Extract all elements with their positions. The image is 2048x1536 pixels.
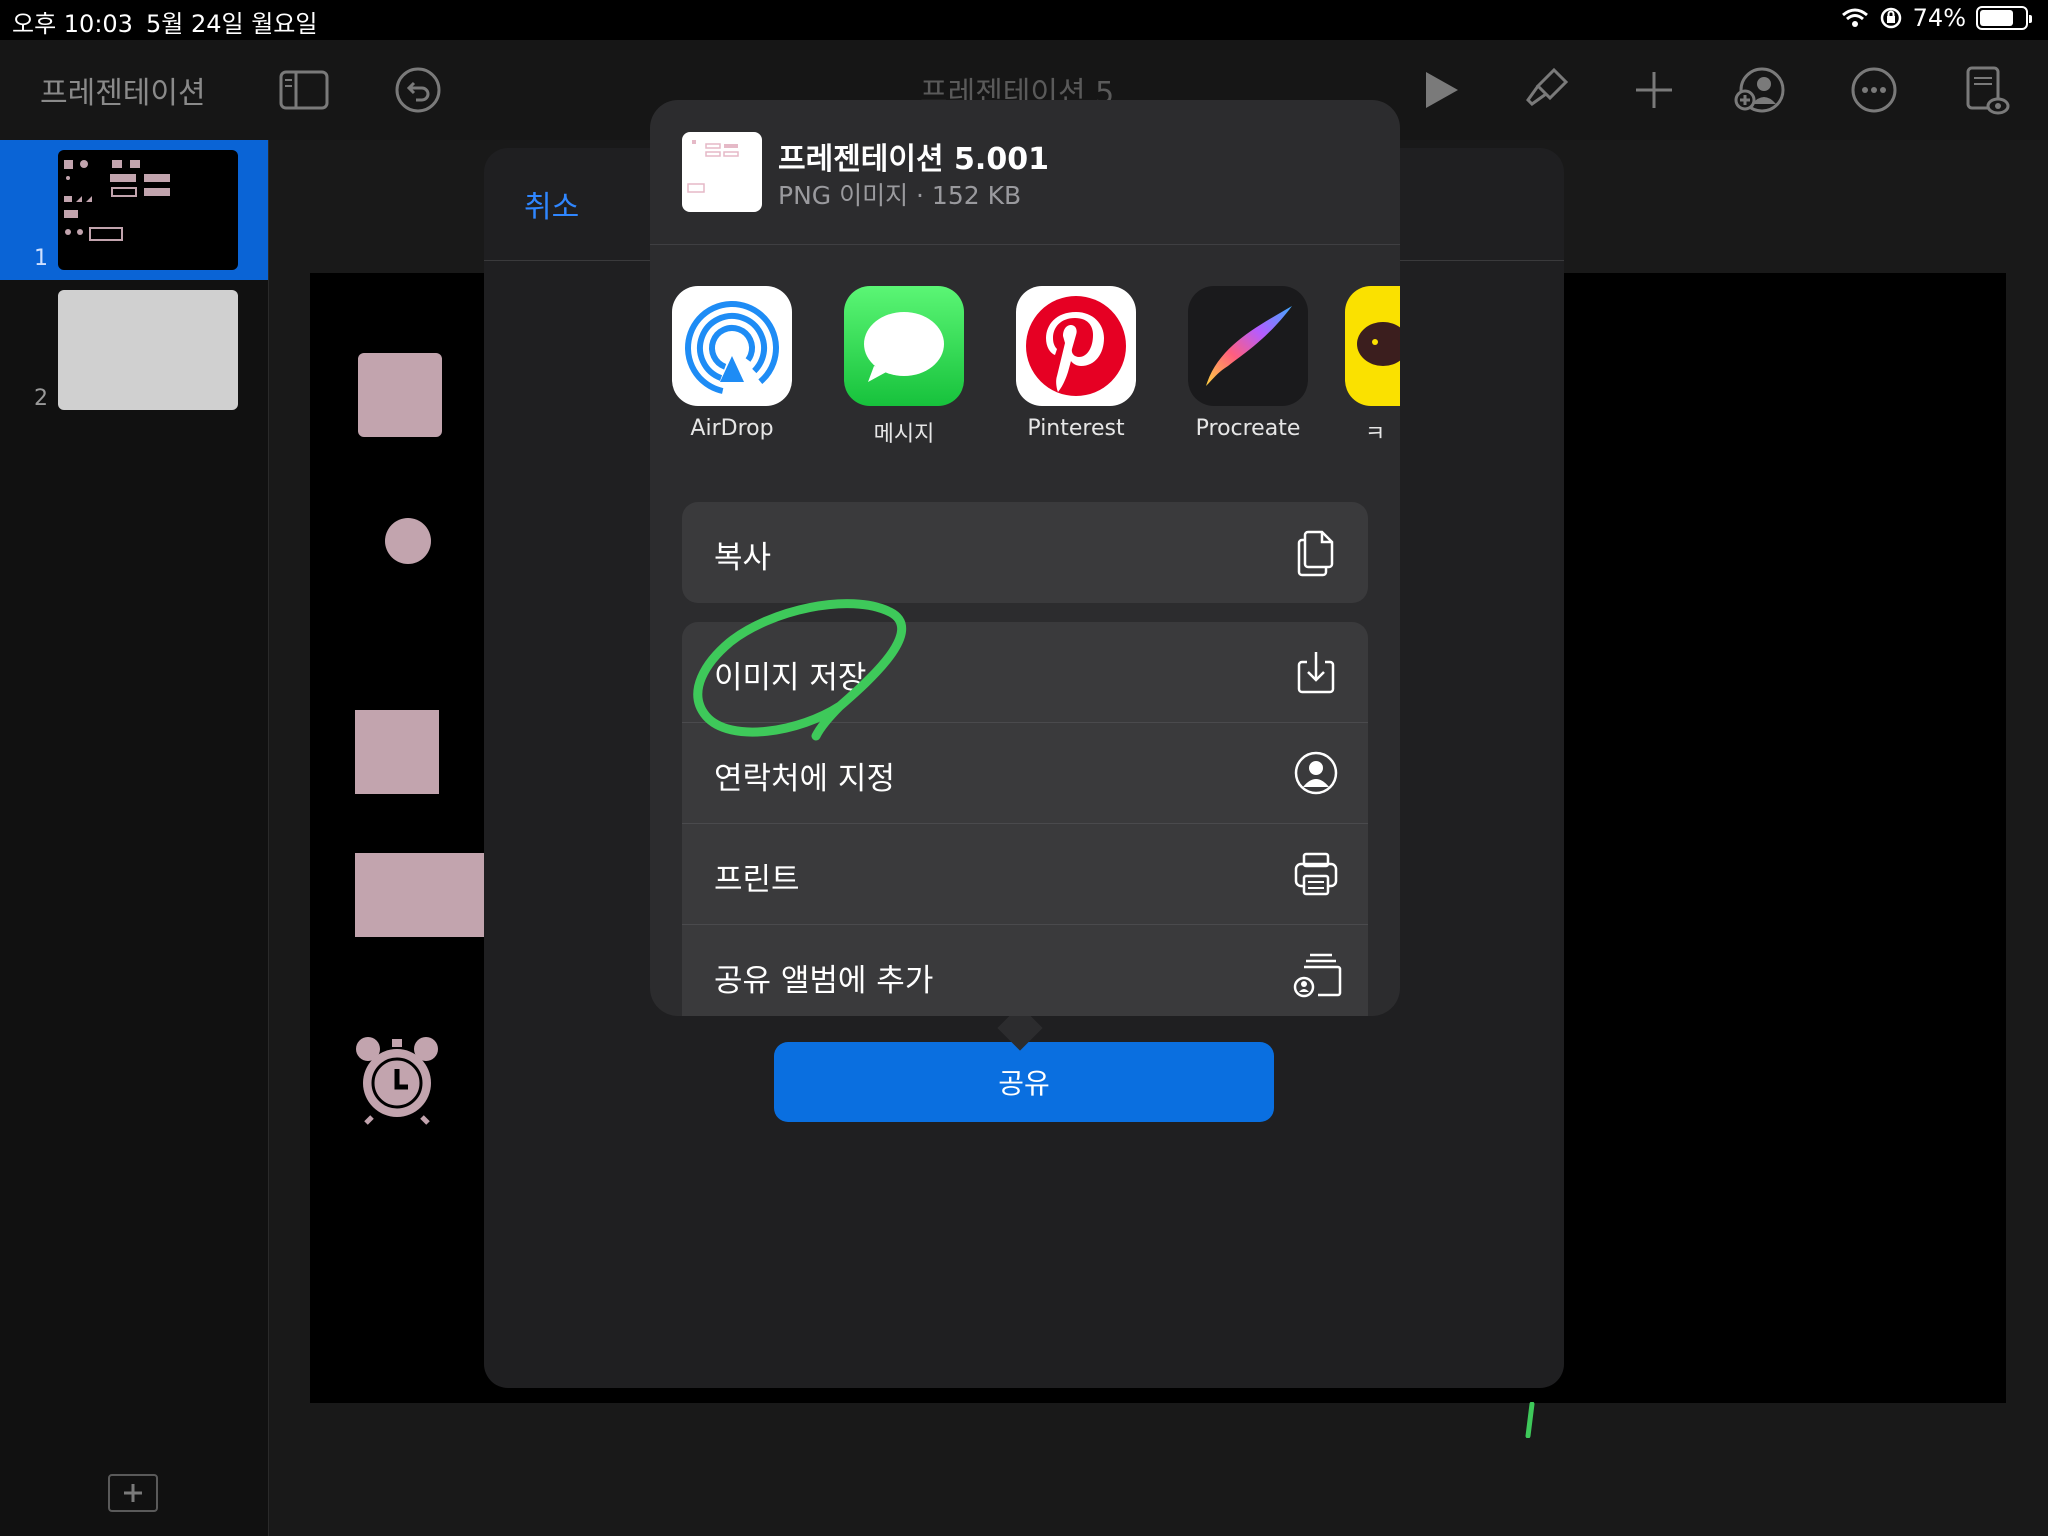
file-thumbnail xyxy=(682,132,762,212)
shared-album-icon xyxy=(1290,949,1342,1001)
action-save-image[interactable]: 이미지 저장 xyxy=(682,622,1368,723)
action-assign-contact[interactable]: 연락처에 지정 xyxy=(682,723,1368,824)
slide-preview xyxy=(58,290,238,410)
slide-navigator: 1 2 xyxy=(0,140,268,1536)
format-brush-icon[interactable] xyxy=(1518,62,1574,118)
action-label: 연락처에 지정 xyxy=(714,761,895,797)
slide-thumbnail-1[interactable]: 1 xyxy=(0,140,268,280)
status-bar: 오후 10:03 5월 24일 월요일 74% xyxy=(0,0,2048,40)
alarm-clock-icon[interactable] xyxy=(354,1035,440,1125)
action-label: 이미지 저장 xyxy=(714,660,867,696)
share-button[interactable]: 공유 xyxy=(774,1042,1274,1122)
shape-rounded-square[interactable] xyxy=(358,353,442,437)
sidebar-toggle-icon[interactable] xyxy=(276,62,332,118)
action-group-copy: 복사 xyxy=(682,502,1368,603)
battery-icon xyxy=(1976,6,2032,30)
pinterest-icon xyxy=(1016,286,1136,406)
collaborate-icon[interactable] xyxy=(1732,62,1788,118)
sheet-divider xyxy=(650,244,1400,245)
plus-icon xyxy=(124,1484,142,1502)
app-label: Pinterest xyxy=(1027,416,1125,441)
app-label: ㅋ xyxy=(1365,422,1386,447)
battery-fill xyxy=(1980,10,2013,26)
undo-icon[interactable] xyxy=(390,62,446,118)
status-date: 5월 24일 월요일 xyxy=(146,10,318,38)
app-label: Procreate xyxy=(1195,416,1301,441)
add-slide-button[interactable] xyxy=(108,1474,158,1512)
print-icon xyxy=(1290,848,1342,900)
pen-mark xyxy=(1525,1402,1535,1438)
action-shared-album[interactable]: 공유 앨범에 추가 xyxy=(682,925,1368,1016)
status-time: 오후 10:03 xyxy=(12,10,133,38)
app-label: AirDrop xyxy=(690,416,774,441)
presenter-notes-icon[interactable] xyxy=(1958,62,2014,118)
wifi-icon xyxy=(1841,8,1868,27)
shape-square[interactable] xyxy=(355,710,439,794)
presentations-button[interactable]: 프레젠테이션 xyxy=(40,68,206,112)
app-label: 메시지 xyxy=(873,422,935,447)
action-label: 복사 xyxy=(714,540,772,576)
procreate-icon xyxy=(1188,286,1308,406)
file-name: 프레젠테이션 5.001 xyxy=(778,142,1049,177)
messages-icon xyxy=(844,286,964,406)
app-airdrop[interactable]: AirDrop xyxy=(657,286,807,441)
share-sheet: 프레젠테이션 5.001 PNG 이미지 · 152 KB AirDrop 메시… xyxy=(650,100,1400,1016)
more-icon[interactable] xyxy=(1846,62,1902,118)
file-meta: PNG 이미지 · 152 KB xyxy=(778,181,1022,210)
shape-circle[interactable] xyxy=(385,518,431,564)
copy-icon xyxy=(1290,526,1342,578)
slide-thumbnail-2[interactable]: 2 xyxy=(0,280,268,420)
action-print[interactable]: 프린트 xyxy=(682,824,1368,925)
save-image-icon xyxy=(1290,646,1342,698)
action-group-main: 이미지 저장 연락처에 지정 프린트 공유 앨범에 추가 xyxy=(682,622,1368,1016)
cancel-button[interactable]: 취소 xyxy=(524,182,579,226)
contact-icon xyxy=(1290,747,1342,799)
shape-banner[interactable] xyxy=(355,853,485,937)
play-icon[interactable] xyxy=(1412,62,1468,118)
kakaotalk-icon xyxy=(1345,286,1400,406)
slide-number: 2 xyxy=(34,386,48,411)
status-right: 74% xyxy=(1841,4,2032,32)
action-copy[interactable]: 복사 xyxy=(682,502,1368,603)
slide-preview xyxy=(58,150,238,270)
app-procreate[interactable]: Procreate xyxy=(1173,286,1323,441)
action-label: 프린트 xyxy=(714,862,800,898)
app-messages[interactable]: 메시지 xyxy=(829,286,979,448)
orientation-lock-icon xyxy=(1880,7,1901,29)
app-kakaotalk[interactable]: ㅋ xyxy=(1345,286,1400,448)
action-label: 공유 앨범에 추가 xyxy=(714,963,934,999)
slide-number: 1 xyxy=(34,246,48,271)
app-pinterest[interactable]: Pinterest xyxy=(1001,286,1151,441)
airdrop-icon xyxy=(672,286,792,406)
battery-percent: 74% xyxy=(1912,4,1966,32)
add-icon[interactable] xyxy=(1626,62,1682,118)
